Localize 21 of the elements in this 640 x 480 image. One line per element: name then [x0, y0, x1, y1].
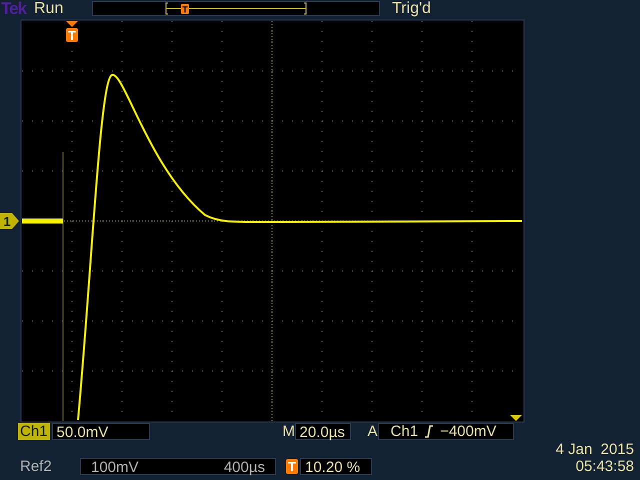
trigger-source: Ch1 — [390, 423, 418, 440]
vertical-scale: 50.0mV — [52, 423, 150, 440]
trigger-status: Trig'd — [392, 0, 431, 18]
trigger-marker: T — [181, 4, 189, 14]
channel-label: Ch1 — [18, 423, 50, 440]
timebase-value: 20.0µs — [294, 423, 351, 440]
time: 05:43:58 — [576, 458, 634, 475]
acquisition-status: Run — [34, 0, 64, 18]
date: 4 Jan 2015 — [556, 441, 634, 458]
reference-timebase: 400µs — [224, 459, 265, 474]
trigger-label: A — [368, 423, 378, 440]
trigger-level: −400mV — [440, 423, 496, 440]
trigger-position-marker: T — [286, 459, 298, 474]
trigger-level-marker — [510, 415, 522, 421]
brand-logo: Tek — [1, 0, 28, 18]
rising-edge-icon — [424, 425, 434, 438]
reference-scale: 100mV — [91, 459, 139, 474]
channel-marker: 1 — [0, 213, 20, 229]
reference-label: Ref2 — [20, 458, 53, 475]
timebase-label: M — [282, 423, 295, 440]
trigger-position: 10.20 % — [300, 458, 372, 475]
